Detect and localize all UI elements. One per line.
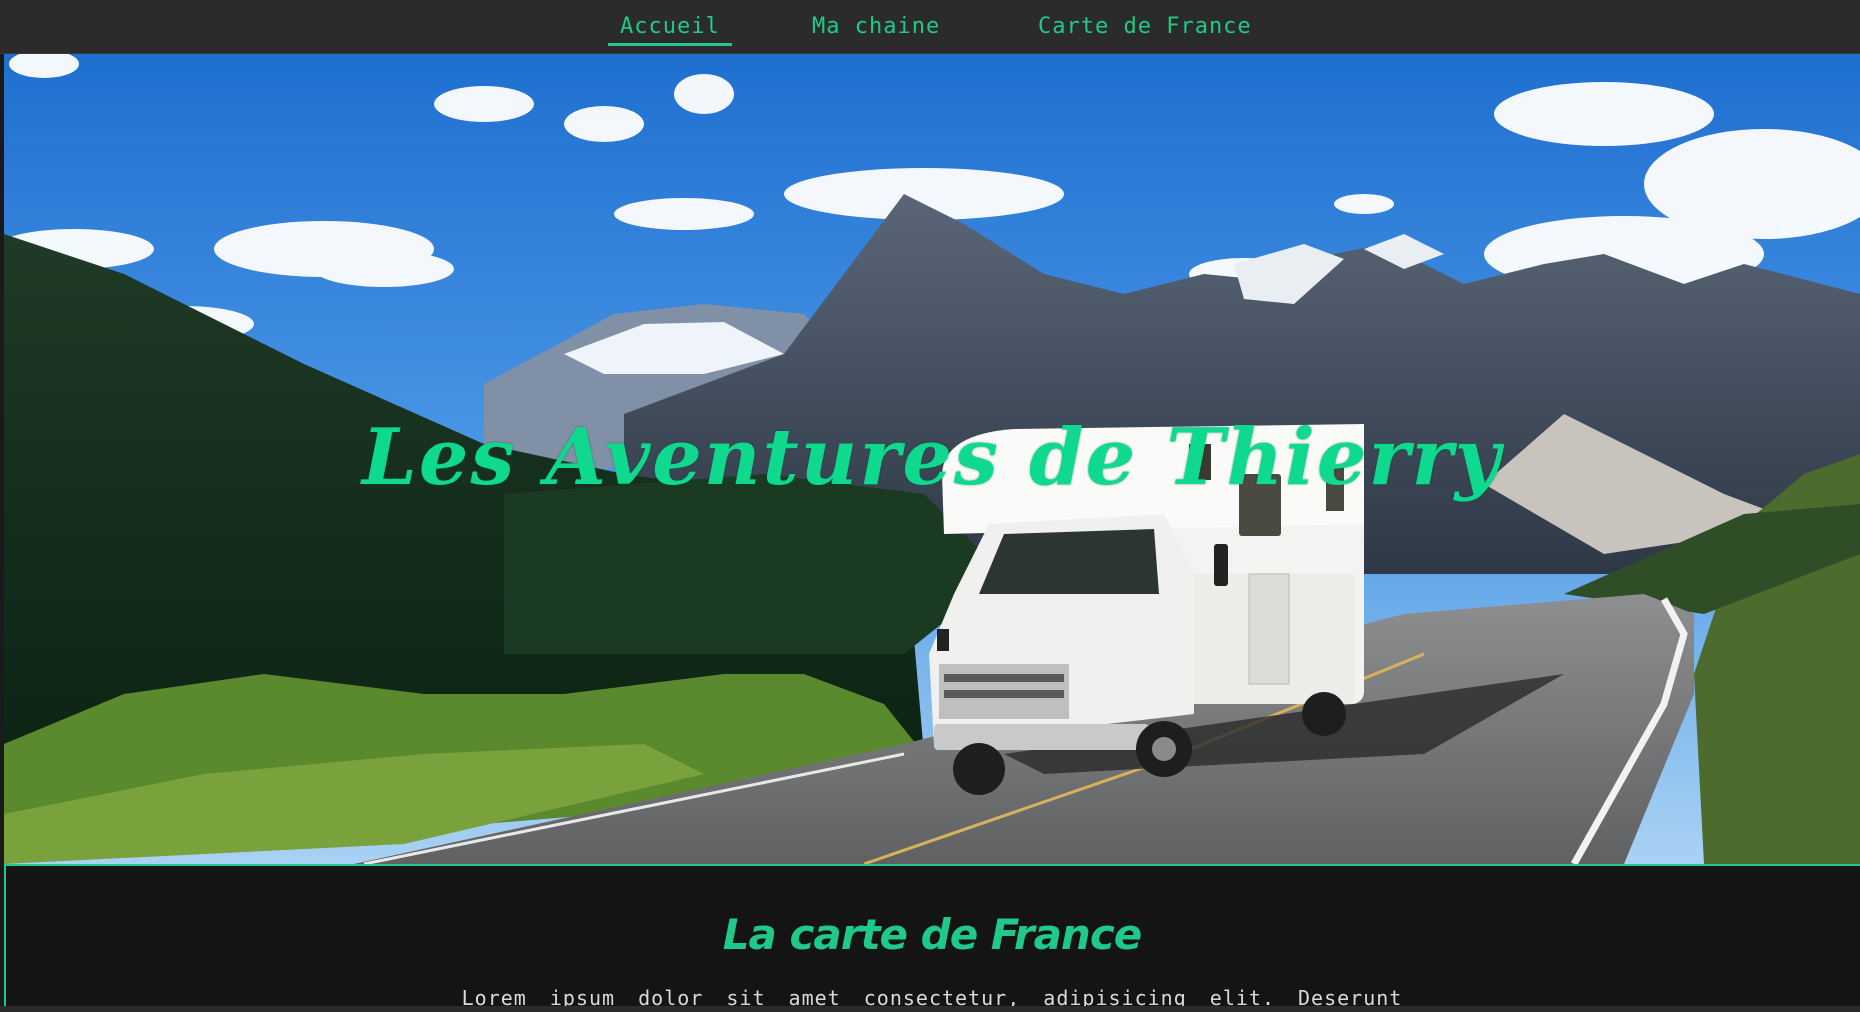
nav-link-carte-de-france[interactable]: Carte de France <box>1038 12 1252 46</box>
bottom-divider <box>0 1006 1860 1012</box>
top-navbar: Accueil Ma chaine Carte de France <box>0 0 1860 54</box>
hero-banner: Les Aventures de Thierry <box>4 54 1860 864</box>
nav-link-ma-chaine[interactable]: Ma chaine <box>812 12 940 46</box>
carte-section: La carte de France Lorem ipsum dolor sit… <box>4 864 1860 1012</box>
nav-link-accueil[interactable]: Accueil <box>608 12 732 46</box>
hero-title: Les Aventures de Thierry <box>362 412 1502 503</box>
section-title: La carte de France <box>722 910 1142 959</box>
